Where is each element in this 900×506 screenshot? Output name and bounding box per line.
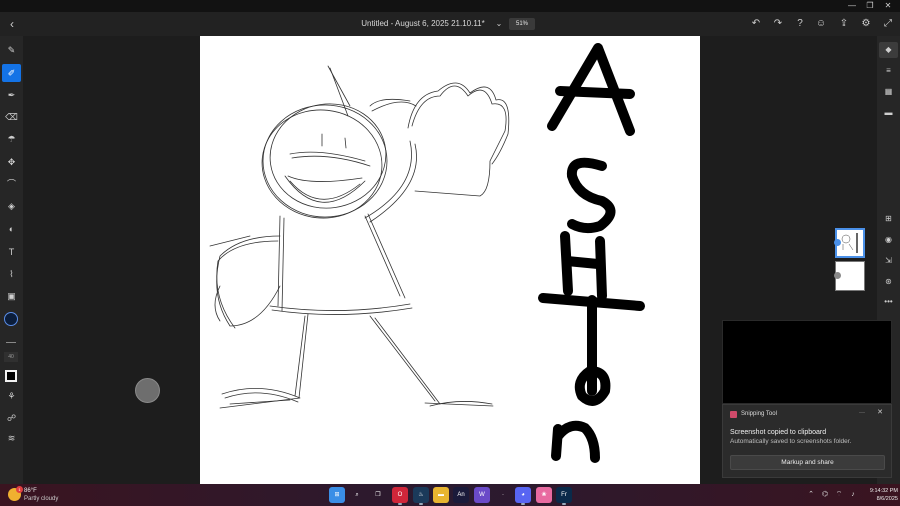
search-icon[interactable]: ⌕ [349,487,365,503]
left-toolbar: ✎ ✐ ✒ ⌫ ☂ ✥ ⌒ ◈ ◐ T ⌇ ▣ 40 ⚘ ☍ ≋ [0,36,23,484]
task-view-icon[interactable]: ❐ [370,487,386,503]
adjustments-icon[interactable]: ≡ [879,63,898,79]
back-button[interactable]: ‹ [4,14,20,34]
image-import-icon[interactable]: ▣ [2,287,21,305]
layer-badge-2 [834,272,841,279]
maximize-button[interactable]: ❐ [861,0,879,12]
eraser-tool-icon[interactable]: ⌫ [2,108,21,126]
shape-tool-icon[interactable]: ◐ [2,220,21,238]
fill-brush-tool-icon[interactable]: ✒ [2,86,21,104]
screenshot-preview[interactable] [722,320,892,404]
layer-properties-icon[interactable]: ⊛ [879,274,898,290]
blend-icon[interactable]: ⚘ [2,387,21,405]
pencil-brush-tool-icon[interactable]: ✐ [2,64,21,82]
fresco-app: — ❐ ✕ ‹ Untitled - August 6, 2025 21.10.… [0,0,900,506]
discord-icon[interactable]: ◕ [515,487,531,505]
account-icon[interactable]: ☺ [813,15,829,33]
steam-icon[interactable]: ♨ [413,487,429,505]
smudge-tool-icon[interactable]: ☂ [2,130,21,148]
tray-overflow-icon[interactable]: ⌃ [805,488,817,502]
pressure-icon[interactable]: ≋ [2,429,21,447]
close-icon[interactable]: ✕ [875,408,885,418]
color-swatch[interactable] [4,312,18,326]
brush-tool-icon[interactable]: ✎ [2,41,21,59]
lasso-tool-icon[interactable]: ⌒ [2,175,21,193]
weather-condition[interactable]: Partly cloudy [24,495,58,503]
taskbar: 1 86°F Partly cloudy ⊞ ⌕ ❐ O ♨ ▬ An W · ◕ ❀ Fr ⌃ ⌬ ⌔ ♪… [0,484,900,506]
visibility-icon[interactable]: ◉ [879,232,898,248]
brush-size-value[interactable]: 40 [4,352,18,362]
window-title-bar: — ❐ ✕ [0,0,900,12]
wifi-tray-icon[interactable]: ⌔ [833,488,845,502]
character-sketch [209,65,510,409]
brush-size-cursor [135,378,160,403]
layers-icon[interactable]: ◆ [879,42,898,58]
weather-badge: 1 [16,486,23,493]
fullscreen-icon[interactable]: ⤢ [880,15,896,33]
toast-body: Automatically saved to screenshots folde… [730,438,852,445]
fresco-icon[interactable]: Fr [556,487,572,505]
file-explorer-icon[interactable]: ▬ [433,487,449,503]
artwork [209,43,645,463]
add-layer-icon[interactable]: ⊞ [879,211,898,227]
markup-and-share-button[interactable]: Markup and share [730,455,885,470]
eyedropper-icon[interactable]: ⌇ [2,265,21,283]
name-lettering [538,43,645,463]
zoom-level[interactable]: 51% [509,18,535,30]
paint-bucket-icon[interactable]: ◈ [2,197,21,215]
clock-date[interactable]: 8/6/2025 [858,495,898,503]
start-icon[interactable]: ⊞ [329,487,345,503]
help-icon[interactable]: ? [792,15,808,33]
animate-icon[interactable]: An [453,487,469,503]
document-title[interactable]: Untitled - August 6, 2025 21.10.11* [340,12,506,36]
minimize-button[interactable]: — [843,0,861,12]
snipping-tool-toast: Snipping Tool ··· ✕ Screenshot copied to… [722,404,892,478]
network-tray-icon[interactable]: ⌬ [819,488,831,502]
comments-icon[interactable]: ▬ [879,105,898,121]
settings-icon[interactable]: ⚙ [858,15,874,33]
grid-icon[interactable]: ▦ [879,84,898,100]
app-header: ‹ Untitled - August 6, 2025 21.10.11* ⌄ … [0,12,900,36]
wacom-icon[interactable]: W [474,487,490,503]
layer-active-badge [834,239,841,246]
snipping-tool-icon [730,411,737,418]
close-window-button[interactable]: ✕ [879,0,897,12]
chevron-down-icon[interactable]: ⌄ [494,12,504,36]
more-options-icon[interactable]: ••• [879,294,898,310]
undo-icon[interactable]: ↶ [748,15,764,33]
transform-tool-icon[interactable]: ✥ [2,153,21,171]
text-tool-icon[interactable]: T [2,243,21,261]
drawing-canvas[interactable] [200,36,700,484]
merge-layer-icon[interactable]: ⇲ [879,253,898,269]
brush-preview-swatch[interactable] [5,370,17,382]
more-options-icon[interactable]: ··· [857,408,867,418]
stylus-settings-icon[interactable]: ☍ [2,409,21,427]
share-icon[interactable]: ⇪ [836,15,852,33]
weather-temperature[interactable]: 86°F [24,487,37,495]
size-slider-track[interactable] [6,342,16,343]
photos-icon[interactable]: ❀ [536,487,552,503]
toast-app-name: Snipping Tool [741,411,777,417]
misc-app-icon[interactable]: · [495,487,511,503]
clock-time[interactable]: 9:14:32 PM [858,487,898,495]
redo-icon[interactable]: ↷ [770,15,786,33]
opera-icon[interactable]: O [392,487,408,505]
